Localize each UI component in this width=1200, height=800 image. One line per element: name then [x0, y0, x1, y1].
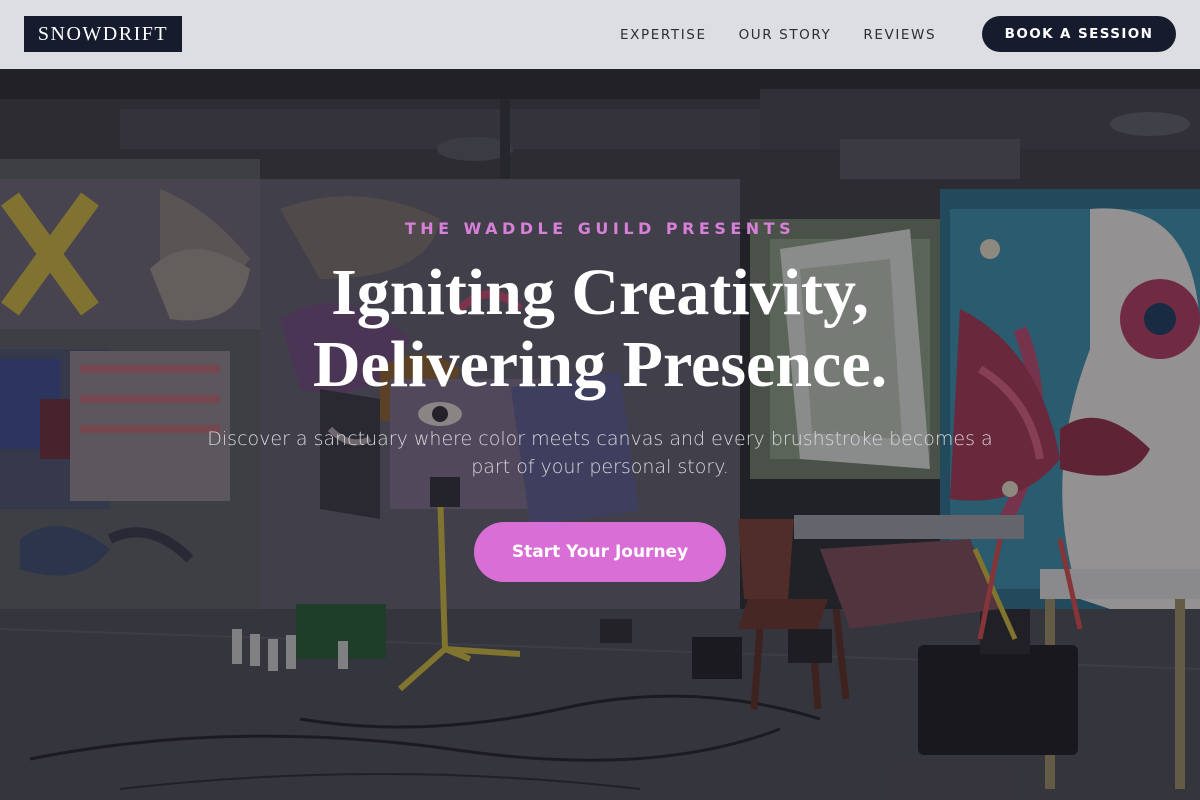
hero-headline: Igniting Creativity, Delivering Presence…: [0, 257, 1200, 401]
nav-link-our-story[interactable]: OUR STORY: [739, 27, 832, 43]
hero-subcopy: Discover a sanctuary where color meets c…: [207, 428, 993, 478]
site-header: SNOWDRIFT EXPERTISE OUR STORY REVIEWS BO…: [0, 0, 1200, 69]
hero-headline-line-2: Delivering Presence.: [312, 328, 888, 401]
start-journey-button[interactable]: Start Your Journey: [474, 522, 726, 582]
hero-section: THE WADDLE GUILD PRESENTS Igniting Creat…: [0, 69, 1200, 800]
main-nav: EXPERTISE OUR STORY REVIEWS: [620, 0, 968, 69]
nav-link-reviews[interactable]: REVIEWS: [863, 27, 936, 43]
hero-headline-line-1: Igniting Creativity,: [331, 256, 869, 329]
nav-link-expertise[interactable]: EXPERTISE: [620, 27, 707, 43]
brand-logo[interactable]: SNOWDRIFT: [24, 16, 182, 52]
hero-eyebrow: THE WADDLE GUILD PRESENTS: [404, 219, 796, 238]
book-session-button[interactable]: BOOK A SESSION: [982, 16, 1176, 52]
